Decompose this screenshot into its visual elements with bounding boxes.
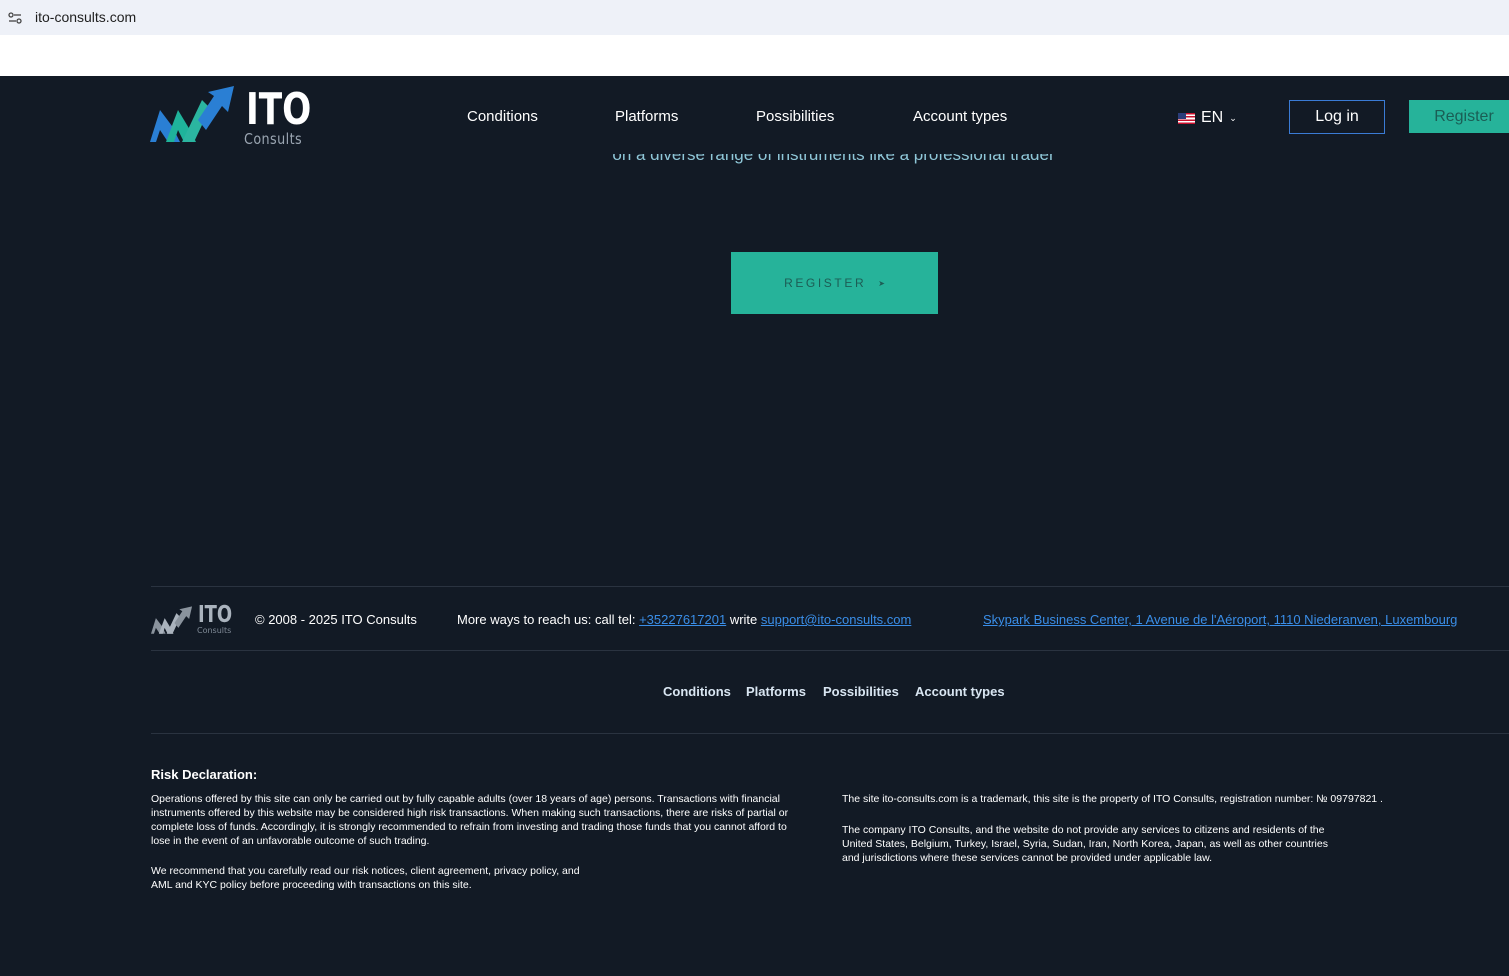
language-selector[interactable]: EN ⌄ — [1178, 109, 1237, 127]
site-info-icon[interactable] — [8, 11, 22, 25]
risk-recommendation-text: We recommend that you carefully read our… — [151, 865, 580, 891]
risk-declaration-text: Operations offered by this site can only… — [151, 793, 789, 847]
logo-title: ITO — [246, 84, 312, 135]
nav-platforms[interactable]: Platforms — [615, 108, 678, 125]
footer-divider-bottom — [151, 733, 1509, 734]
restriction-note: The company ITO Consults, and the websit… — [842, 824, 1328, 864]
write-label: write — [726, 612, 761, 627]
footer-nav-platforms[interactable]: Platforms — [746, 684, 806, 699]
login-button[interactable]: Log in — [1289, 100, 1385, 134]
register-cta-label: REGISTER — [784, 276, 867, 290]
ito-logo — [150, 86, 234, 142]
register-button[interactable]: Register — [1409, 100, 1509, 133]
address-bar[interactable]: ito-consults.com — [0, 0, 1509, 35]
footer-logo-subtitle: Consults — [197, 626, 232, 635]
nav-possibilities[interactable]: Possibilities — [756, 108, 834, 125]
contact-line: More ways to reach us: call tel: +352276… — [457, 612, 911, 627]
hero-subtitle-clip: on a diverse range of instruments like a… — [0, 154, 1509, 168]
footer-divider-middle — [151, 650, 1509, 651]
page: ITO Consults Conditions Platforms Possib… — [0, 76, 1509, 976]
footer-divider-top — [151, 586, 1509, 587]
site-logo[interactable]: ITO Consults — [150, 86, 311, 150]
trademark-note: The site ito-consults.com is a trademark… — [842, 793, 1383, 805]
arrow-right-icon: ➤ — [878, 278, 885, 288]
nav-account-types[interactable]: Account types — [913, 108, 1007, 125]
footer-logo[interactable]: ITO Consults — [151, 602, 233, 637]
footer-logo-title: ITO — [198, 602, 233, 628]
ito-logo — [151, 606, 193, 634]
url-text[interactable]: ito-consults.com — [35, 9, 136, 25]
logo-subtitle: Consults — [244, 130, 303, 148]
chevron-down-icon: ⌄ — [1229, 112, 1237, 123]
risk-declaration-title: Risk Declaration: — [151, 767, 258, 782]
phone-link[interactable]: +35227617201 — [639, 612, 726, 627]
nav-conditions[interactable]: Conditions — [467, 108, 538, 125]
language-label: EN — [1201, 109, 1224, 126]
address-link[interactable]: Skypark Business Center, 1 Avenue de l'A… — [983, 612, 1457, 627]
contact-prefix: More ways to reach us: call tel: — [457, 612, 640, 627]
footer-nav-account-types[interactable]: Account types — [915, 684, 1005, 699]
us-flag-icon — [1178, 112, 1195, 124]
hero-subtitle: on a diverse range of instruments like a… — [612, 154, 1055, 164]
copyright-text: © 2008 - 2025 ITO Consults — [255, 612, 417, 627]
browser-toolbar-area — [0, 35, 1509, 76]
register-cta-button[interactable]: REGISTER ➤ — [731, 252, 938, 314]
footer-nav-possibilities[interactable]: Possibilities — [823, 684, 899, 699]
footer-nav-conditions[interactable]: Conditions — [663, 684, 731, 699]
email-link[interactable]: support@ito-consults.com — [761, 612, 911, 627]
